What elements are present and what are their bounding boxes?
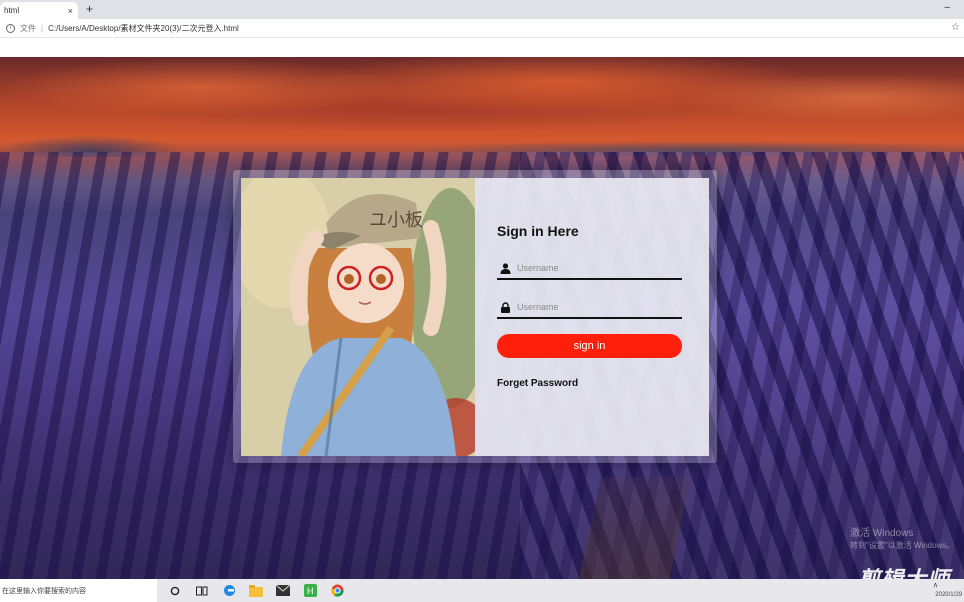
tray-chevron-icon[interactable]: ∧: [933, 581, 938, 589]
mail-icon[interactable]: [274, 583, 292, 599]
svg-text:ユ小板: ユ小板: [369, 210, 423, 231]
svg-text:H: H: [307, 586, 314, 596]
address-bar[interactable]: i 文件 | C:/Users/A/Desktop/素材文件夹20(3)/二次元…: [0, 19, 964, 38]
username-input[interactable]: [517, 263, 667, 273]
bookmark-star-icon[interactable]: ☆: [951, 22, 960, 33]
distant-hills: [0, 117, 964, 157]
form-title: Sign in Here: [497, 223, 579, 239]
taskbar-search-box[interactable]: 在这里输入你要搜索的内容: [0, 579, 157, 602]
security-label: 文件: [20, 23, 36, 33]
new-tab-icon[interactable]: +: [86, 2, 93, 16]
browser-tab-strip: html × + –: [0, 0, 964, 19]
forget-password-link[interactable]: Forget Password: [497, 378, 578, 389]
tab-close-icon[interactable]: ×: [68, 6, 73, 16]
system-tray[interactable]: ∧: [933, 581, 938, 589]
page-top-strip: [0, 38, 964, 57]
minimize-window-icon[interactable]: –: [944, 2, 950, 13]
lock-icon: [501, 301, 510, 313]
activate-line2: 转到"设置"以激活 Windows。: [850, 541, 955, 550]
sign-in-button[interactable]: sign in: [497, 334, 682, 358]
anime-girl-illustration: ユ小板: [241, 178, 475, 456]
tab-title: html: [4, 6, 20, 15]
address-separator: |: [41, 23, 44, 33]
user-icon: [500, 262, 511, 274]
anime-girl-drawing: ユ小板: [241, 178, 475, 456]
task-view-icon[interactable]: [193, 583, 211, 599]
password-field[interactable]: [497, 297, 682, 319]
cortana-icon[interactable]: [166, 583, 184, 599]
browser-tab[interactable]: html ×: [0, 2, 78, 19]
info-icon[interactable]: i: [6, 23, 15, 33]
url-text[interactable]: C:/Users/A/Desktop/素材文件夹20(3)/二次元登入.html: [48, 23, 239, 34]
activate-line1: 激活 Windows: [850, 528, 914, 539]
password-input[interactable]: [517, 302, 667, 312]
hbuilder-icon[interactable]: H: [301, 583, 319, 599]
edge-icon[interactable]: [220, 583, 238, 599]
explorer-icon[interactable]: [247, 583, 265, 599]
chrome-icon[interactable]: [328, 583, 346, 599]
windows-taskbar: 在这里输入你要搜索的内容 H ∧ 2020/1/29: [0, 579, 964, 602]
login-form: Sign in Here sign in Forget Password: [475, 178, 709, 456]
login-card: ユ小板 Sign in Here Username sign in Forget…: [233, 170, 717, 463]
taskbar-date[interactable]: 2020/1/29: [935, 592, 962, 598]
activate-windows-watermark: 激活 Windows 转到"设置"以激活 Windows。: [850, 528, 954, 552]
username-field[interactable]: [497, 258, 682, 280]
